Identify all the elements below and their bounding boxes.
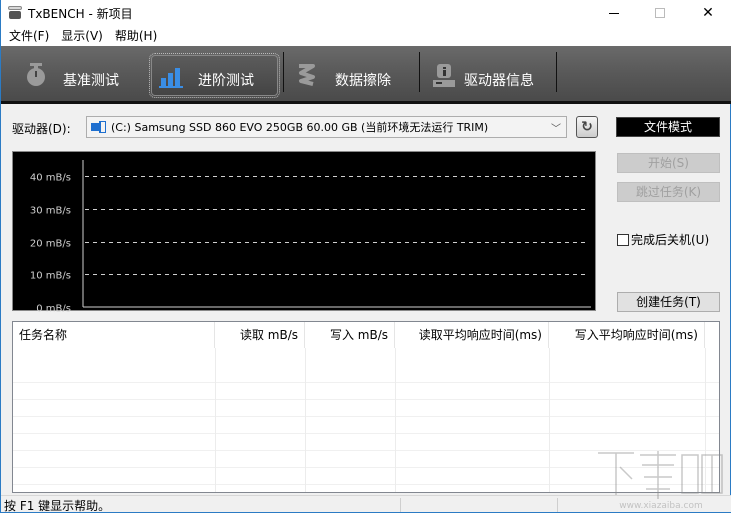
close-icon: ✕ (702, 5, 714, 21)
skip-task-button[interactable]: 跳过任务(K) (617, 182, 720, 202)
table-row[interactable] (13, 400, 719, 417)
menu-view[interactable]: 显示(V) (55, 26, 109, 46)
column-header-read[interactable]: 读取 mB/s (215, 322, 305, 348)
maximize-button[interactable] (637, 0, 683, 26)
tab-erase[interactable]: 数据擦除 (285, 46, 419, 101)
tab-benchmark-label: 基准测试 (63, 73, 119, 89)
tab-separator (419, 52, 420, 92)
column-divider (305, 348, 306, 492)
table-row[interactable] (13, 417, 719, 434)
y-tick-label: 0 mB/s (36, 304, 71, 313)
refresh-button[interactable]: ↻ (576, 116, 598, 138)
shutdown-checkbox-label: 完成后关机(U) (631, 233, 710, 247)
drive-icon (91, 121, 106, 133)
minimize-button[interactable] (591, 0, 637, 26)
drive-info-icon (433, 64, 455, 87)
table-header: 任务名称 读取 mB/s 写入 mB/s 读取平均响应时间(ms) 写入平均响应… (13, 322, 719, 348)
column-divider (549, 348, 550, 492)
tab-drive-info-label: 驱动器信息 (464, 73, 534, 89)
drive-dropdown-value: (C:) Samsung SSD 860 EVO 250GB 60.00 GB … (111, 121, 489, 134)
create-task-button[interactable]: 创建任务(T) (617, 292, 720, 312)
menu-help[interactable]: 帮助(H) (109, 26, 163, 46)
column-divider (215, 348, 216, 492)
table-row[interactable] (13, 485, 719, 492)
minimize-icon (609, 12, 619, 14)
tab-erase-label: 数据擦除 (335, 73, 391, 89)
tab-advanced[interactable]: 进阶测试 (149, 53, 280, 98)
app-logo-icon (8, 6, 22, 19)
shutdown-checkbox-row[interactable]: 完成后关机(U) (617, 231, 709, 248)
menu-file[interactable]: 文件(F) (3, 26, 55, 46)
y-tick-label: 20 mB/s (30, 239, 71, 250)
y-tick-label: 30 mB/s (30, 206, 71, 217)
title-bar: TxBENCH - 新项目 ✕ (1, 0, 731, 26)
close-button[interactable]: ✕ (685, 0, 731, 26)
column-header-write[interactable]: 写入 mB/s (305, 322, 395, 348)
table-row[interactable] (13, 434, 719, 451)
menu-bar: 文件(F) 显示(V) 帮助(H) (1, 26, 731, 46)
column-header-read-latency[interactable]: 读取平均响应时间(ms) (395, 322, 549, 348)
table-row[interactable] (13, 468, 719, 485)
table-row[interactable] (13, 451, 719, 468)
tab-separator (556, 52, 557, 92)
app-window: TxBENCH - 新项目 ✕ 文件(F) 显示(V) 帮助(H) 基准测试 进… (0, 0, 731, 513)
drive-dropdown[interactable]: (C:) Samsung SSD 860 EVO 250GB 60.00 GB … (86, 116, 567, 138)
file-mode-button[interactable]: 文件模式 (616, 117, 720, 137)
table-row[interactable] (13, 383, 719, 400)
throughput-chart: 0 mB/s 10 mB/s 20 mB/s 30 mB/s 40 mB/s (12, 151, 596, 313)
shutdown-checkbox[interactable] (617, 233, 629, 246)
tab-separator (283, 52, 284, 92)
bar-chart-icon (159, 68, 183, 88)
drive-label: 驱动器(D): (12, 122, 71, 136)
chart-svg: 0 mB/s 10 mB/s 20 mB/s 30 mB/s 40 mB/s (30, 160, 591, 313)
y-tick-label: 10 mB/s (30, 271, 71, 282)
task-table: 任务名称 读取 mB/s 写入 mB/s 读取平均响应时间(ms) 写入平均响应… (12, 321, 720, 493)
maximize-icon (655, 8, 665, 18)
tab-advanced-label: 进阶测试 (198, 73, 254, 89)
chevron-down-icon: ﹀ (551, 124, 561, 135)
y-tick-label: 40 mB/s (30, 173, 71, 184)
eraser-icon (299, 64, 315, 86)
start-button[interactable]: 开始(S) (617, 153, 720, 173)
status-separator (400, 498, 401, 512)
column-divider (395, 348, 396, 492)
tab-drive-info[interactable]: 驱动器信息 (421, 46, 556, 101)
window-title: TxBENCH - 新项目 (28, 7, 133, 21)
status-separator (557, 498, 558, 512)
status-text: 按 F1 键显示帮助。 (4, 499, 111, 513)
table-row[interactable] (13, 366, 719, 383)
column-divider (705, 348, 706, 492)
tab-benchmark[interactable]: 基准测试 (11, 46, 146, 101)
column-header-write-latency[interactable]: 写入平均响应时间(ms) (549, 322, 705, 348)
stopwatch-icon (27, 63, 45, 86)
refresh-icon: ↻ (581, 119, 593, 135)
column-header-task-name[interactable]: 任务名称 (13, 322, 215, 348)
tab-toolbar: 基准测试 进阶测试 数据擦除 驱动器信息 (1, 46, 731, 104)
status-bar: 按 F1 键显示帮助。 (1, 495, 731, 513)
